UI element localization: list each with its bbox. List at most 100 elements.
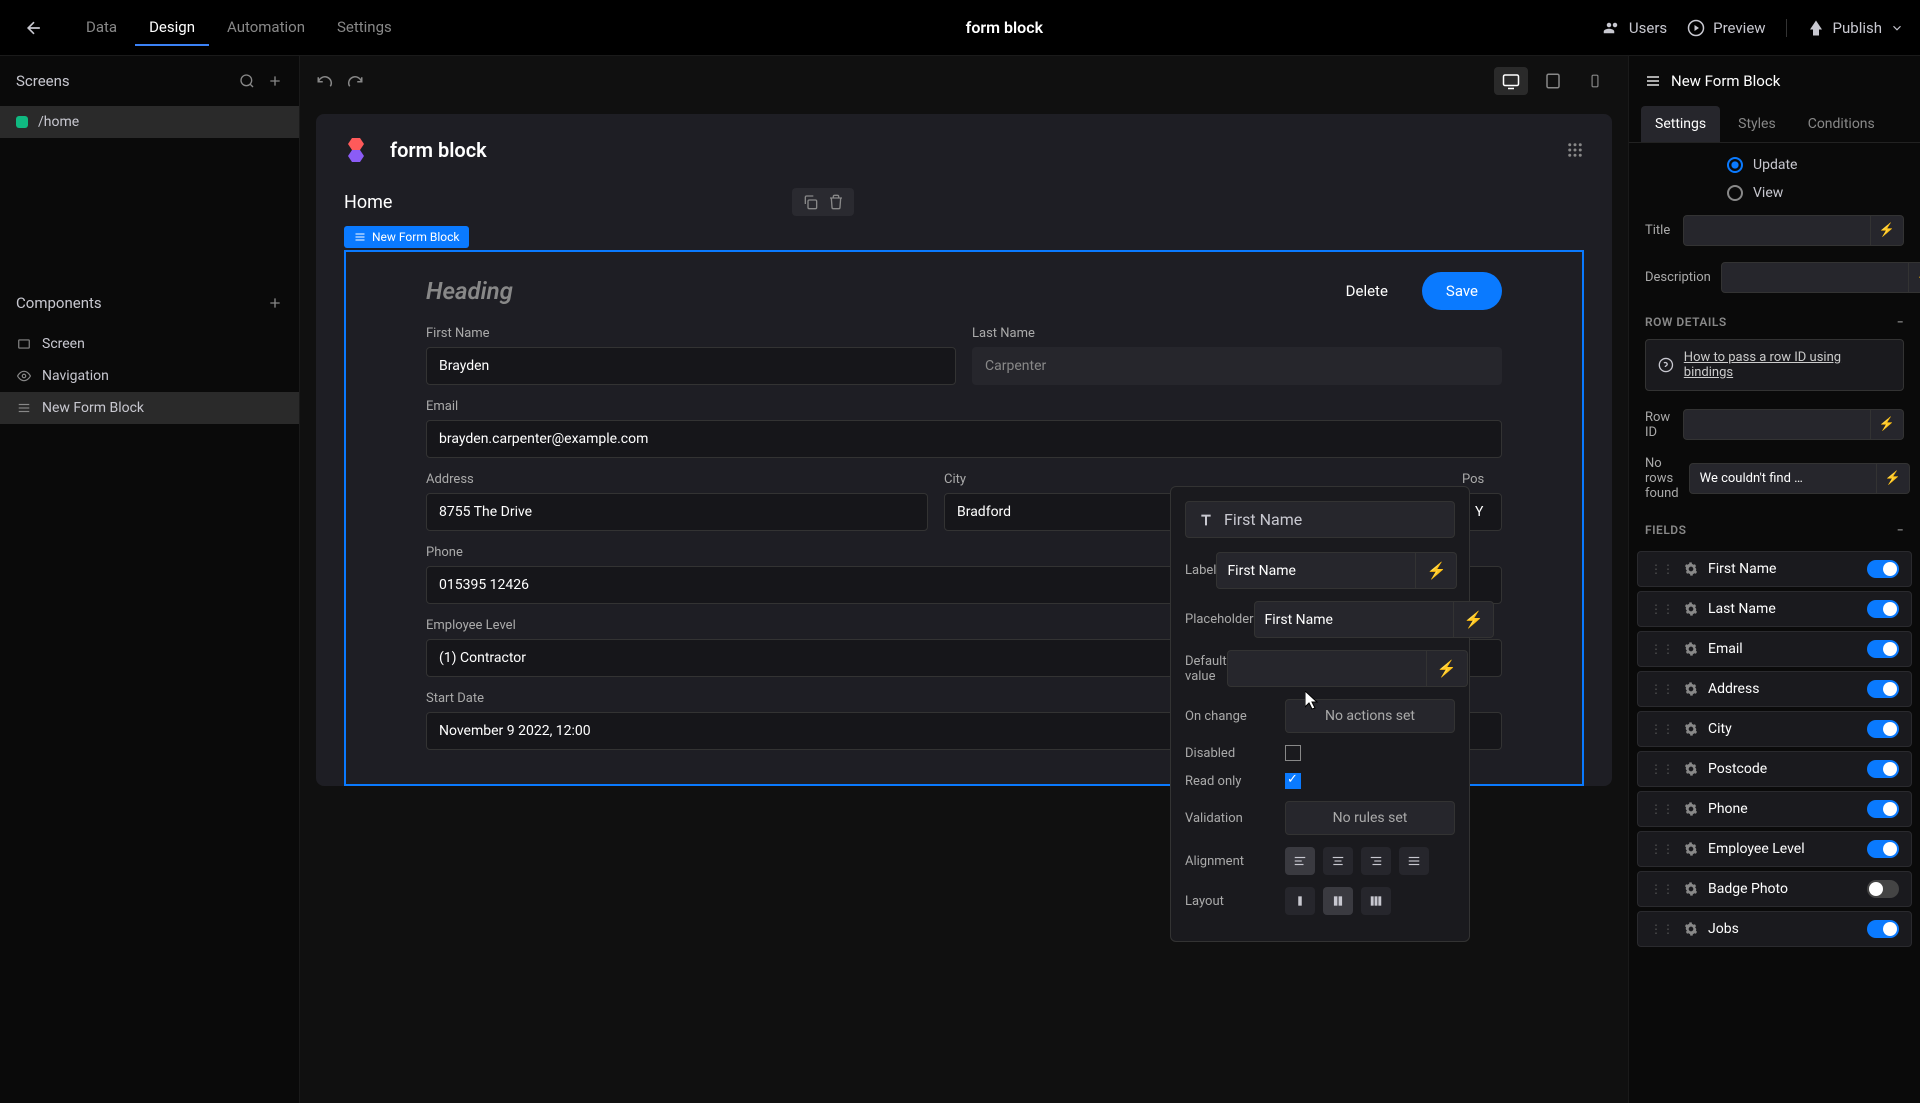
info-box[interactable]: How to pass a row ID using bindings xyxy=(1645,339,1904,391)
field-toggle[interactable] xyxy=(1867,920,1899,938)
bolt-icon[interactable]: ⚡ xyxy=(1454,601,1495,638)
popover-default-input[interactable] xyxy=(1227,650,1427,687)
field-item[interactable]: ⋮⋮Phone xyxy=(1637,791,1912,827)
gear-icon[interactable] xyxy=(1684,602,1698,616)
align-center-button[interactable] xyxy=(1323,847,1353,875)
popover-onchange-button[interactable]: No actions set xyxy=(1285,699,1455,733)
bolt-icon[interactable]: ⚡ xyxy=(1871,215,1904,246)
add-component-button[interactable] xyxy=(267,295,283,311)
field-item[interactable]: ⋮⋮Employee Level xyxy=(1637,831,1912,867)
gear-icon[interactable] xyxy=(1684,882,1698,896)
add-screen-button[interactable] xyxy=(267,73,283,89)
bolt-icon[interactable]: ⚡ xyxy=(1871,409,1904,440)
nav-settings[interactable]: Settings xyxy=(323,10,406,46)
component-tag[interactable]: New Form Block xyxy=(344,226,469,248)
nav-design[interactable]: Design xyxy=(135,10,209,46)
email-input[interactable] xyxy=(426,420,1502,458)
redo-button[interactable] xyxy=(346,72,364,90)
align-right-button[interactable] xyxy=(1361,847,1391,875)
preview-button[interactable]: Preview xyxy=(1687,19,1765,37)
layout-1col-button[interactable] xyxy=(1285,887,1315,915)
align-justify-button[interactable] xyxy=(1399,847,1429,875)
bolt-icon[interactable]: ⚡ xyxy=(1427,650,1468,687)
collapse-button[interactable]: − xyxy=(1897,315,1904,329)
field-toggle[interactable] xyxy=(1867,560,1899,578)
radio-view[interactable]: View xyxy=(1711,179,1920,207)
field-toggle[interactable] xyxy=(1867,880,1899,898)
drag-handle-icon[interactable]: ⋮⋮ xyxy=(1650,562,1674,576)
users-button[interactable]: Users xyxy=(1603,19,1667,37)
tab-settings[interactable]: Settings xyxy=(1641,106,1720,142)
tab-styles[interactable]: Styles xyxy=(1724,106,1790,142)
form-save-button[interactable]: Save xyxy=(1422,272,1502,310)
tab-conditions[interactable]: Conditions xyxy=(1794,106,1889,142)
gear-icon[interactable] xyxy=(1684,722,1698,736)
align-left-button[interactable] xyxy=(1285,847,1315,875)
info-link[interactable]: How to pass a row ID using bindings xyxy=(1684,350,1891,380)
app-menu-icon[interactable] xyxy=(1566,141,1584,159)
drag-handle-icon[interactable]: ⋮⋮ xyxy=(1650,842,1674,856)
gear-icon[interactable] xyxy=(1684,682,1698,696)
device-mobile-button[interactable] xyxy=(1578,67,1612,95)
drag-handle-icon[interactable]: ⋮⋮ xyxy=(1650,802,1674,816)
component-screen[interactable]: Screen xyxy=(0,328,299,360)
field-toggle[interactable] xyxy=(1867,840,1899,858)
screen-item-home[interactable]: /home xyxy=(0,106,299,138)
gear-icon[interactable] xyxy=(1684,642,1698,656)
field-item[interactable]: ⋮⋮Postcode xyxy=(1637,751,1912,787)
no-rows-input[interactable] xyxy=(1689,463,1877,494)
component-new-form-block[interactable]: New Form Block xyxy=(0,392,299,424)
field-item[interactable]: ⋮⋮Email xyxy=(1637,631,1912,667)
radio-update[interactable]: Update xyxy=(1711,151,1920,179)
nav-automation[interactable]: Automation xyxy=(213,10,319,46)
field-toggle[interactable] xyxy=(1867,680,1899,698)
gear-icon[interactable] xyxy=(1684,842,1698,856)
nav-data[interactable]: Data xyxy=(72,10,131,46)
component-navigation[interactable]: Navigation xyxy=(0,360,299,392)
first-name-input[interactable] xyxy=(426,347,956,385)
field-toggle[interactable] xyxy=(1867,800,1899,818)
field-toggle[interactable] xyxy=(1867,720,1899,738)
field-toggle[interactable] xyxy=(1867,760,1899,778)
layout-2col-button[interactable] xyxy=(1323,887,1353,915)
field-item[interactable]: ⋮⋮Last Name xyxy=(1637,591,1912,627)
back-button[interactable] xyxy=(16,10,52,46)
field-item[interactable]: ⋮⋮City xyxy=(1637,711,1912,747)
bolt-icon[interactable]: ⚡ xyxy=(1909,262,1920,293)
delete-button[interactable] xyxy=(828,194,844,210)
collapse-button[interactable]: − xyxy=(1897,523,1904,537)
gear-icon[interactable] xyxy=(1684,922,1698,936)
layout-3col-button[interactable] xyxy=(1361,887,1391,915)
search-screens-button[interactable] xyxy=(239,73,255,89)
title-prop-input[interactable] xyxy=(1683,215,1871,246)
field-item[interactable]: ⋮⋮Jobs xyxy=(1637,911,1912,947)
address-input[interactable] xyxy=(426,493,928,531)
duplicate-button[interactable] xyxy=(802,194,818,210)
popover-placeholder-input[interactable] xyxy=(1254,601,1454,638)
drag-handle-icon[interactable]: ⋮⋮ xyxy=(1650,882,1674,896)
field-item[interactable]: ⋮⋮Address xyxy=(1637,671,1912,707)
field-toggle[interactable] xyxy=(1867,600,1899,618)
gear-icon[interactable] xyxy=(1684,562,1698,576)
device-tablet-button[interactable] xyxy=(1536,67,1570,95)
field-toggle[interactable] xyxy=(1867,640,1899,658)
gear-icon[interactable] xyxy=(1684,762,1698,776)
popover-label-input[interactable] xyxy=(1216,552,1416,589)
last-name-input[interactable] xyxy=(972,347,1502,385)
publish-button[interactable]: Publish xyxy=(1807,19,1904,37)
gear-icon[interactable] xyxy=(1684,802,1698,816)
undo-button[interactable] xyxy=(316,72,334,90)
field-item[interactable]: ⋮⋮First Name xyxy=(1637,551,1912,587)
description-prop-input[interactable] xyxy=(1721,262,1909,293)
drag-handle-icon[interactable]: ⋮⋮ xyxy=(1650,682,1674,696)
popover-disabled-checkbox[interactable] xyxy=(1285,745,1301,761)
device-desktop-button[interactable] xyxy=(1494,67,1528,95)
drag-handle-icon[interactable]: ⋮⋮ xyxy=(1650,762,1674,776)
drag-handle-icon[interactable]: ⋮⋮ xyxy=(1650,602,1674,616)
drag-handle-icon[interactable]: ⋮⋮ xyxy=(1650,642,1674,656)
bolt-icon[interactable]: ⚡ xyxy=(1877,463,1910,494)
bolt-icon[interactable]: ⚡ xyxy=(1416,552,1457,589)
form-delete-button[interactable]: Delete xyxy=(1326,272,1408,310)
popover-validation-button[interactable]: No rules set xyxy=(1285,801,1455,835)
drag-handle-icon[interactable]: ⋮⋮ xyxy=(1650,922,1674,936)
